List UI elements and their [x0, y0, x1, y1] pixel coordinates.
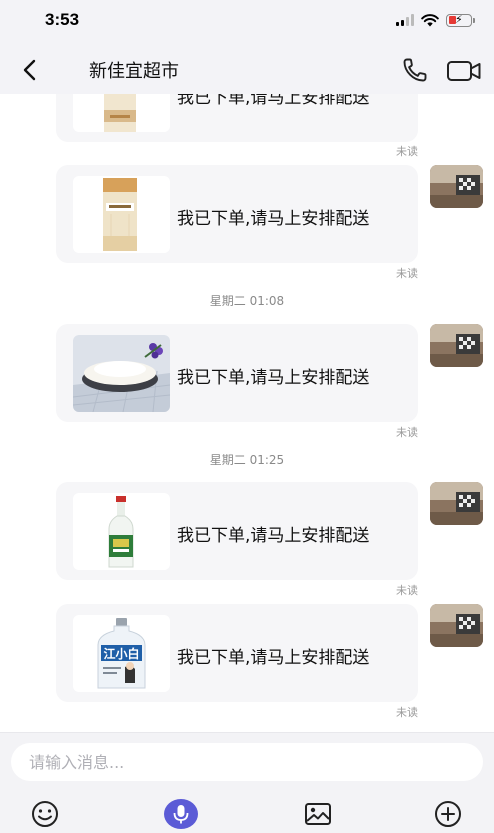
message-input[interactable]: [11, 743, 483, 781]
input-area: [0, 732, 494, 833]
time-separator: 星期二 01:08: [209, 294, 285, 308]
battery-icon: ⚡: [446, 13, 475, 27]
emoji-icon[interactable]: [30, 799, 60, 829]
phone-icon[interactable]: [400, 55, 430, 85]
read-status: 未读: [396, 267, 418, 280]
wifi-icon: [421, 13, 439, 26]
product-thumbnail[interactable]: [73, 176, 170, 253]
image-icon[interactable]: [303, 799, 333, 829]
product-thumbnail[interactable]: [73, 493, 170, 570]
message-text: 我已下单,请马上安排配送: [177, 94, 370, 108]
user-avatar[interactable]: [430, 324, 483, 367]
product-label-text: 江小白: [103, 646, 139, 661]
product-thumbnail[interactable]: [73, 335, 170, 412]
time-separator: 星期二 01:25: [209, 453, 285, 467]
status-time: 3:53: [45, 10, 80, 29]
add-more-icon[interactable]: [433, 799, 463, 829]
status-icons: ⚡: [396, 12, 475, 28]
voice-input-icon[interactable]: [163, 798, 199, 830]
user-avatar[interactable]: [430, 604, 483, 647]
read-status: 未读: [396, 145, 418, 158]
product-thumbnail[interactable]: [73, 94, 170, 132]
product-thumbnail[interactable]: 江小白: [73, 615, 170, 692]
message-bubble[interactable]: 我已下单,请马上安排配送: [56, 94, 418, 142]
back-icon[interactable]: [16, 56, 44, 84]
chat-title: 新佳宜超市: [89, 61, 179, 82]
signal-icon: [396, 14, 414, 26]
nav-bar: 新佳宜超市: [0, 44, 494, 94]
message-text: 我已下单,请马上安排配送: [177, 209, 370, 229]
read-status: 未读: [396, 706, 418, 719]
message-text: 我已下单,请马上安排配送: [177, 526, 370, 546]
read-status: 未读: [396, 584, 418, 597]
message-text: 我已下单,请马上安排配送: [177, 368, 370, 388]
user-avatar[interactable]: [430, 165, 483, 208]
message-bubble[interactable]: 江小白 我已下单,请马上安排配送: [56, 604, 418, 702]
message-bubble[interactable]: 我已下单,请马上安排配送: [56, 482, 418, 580]
video-call-icon[interactable]: [446, 58, 482, 84]
message-bubble[interactable]: 我已下单,请马上安排配送: [56, 324, 418, 422]
message-text: 我已下单,请马上安排配送: [177, 648, 370, 668]
chat-list[interactable]: 我已下单,请马上安排配送 未读 我已下单,请马上安排配送 未读 星期二 01:0…: [0, 94, 494, 732]
read-status: 未读: [396, 426, 418, 439]
user-avatar[interactable]: [430, 482, 483, 525]
message-bubble[interactable]: 我已下单,请马上安排配送: [56, 165, 418, 263]
status-bar: 3:53 ⚡: [0, 0, 494, 44]
